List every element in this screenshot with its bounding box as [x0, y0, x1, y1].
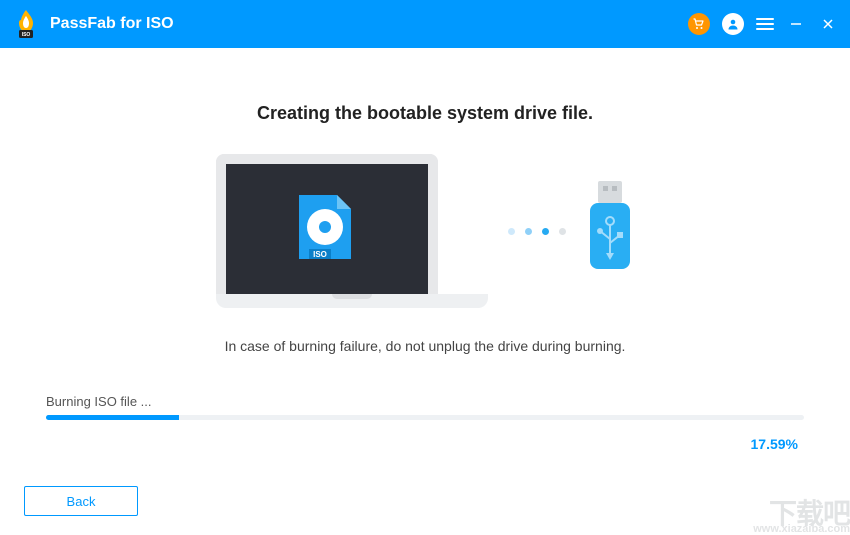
- progress-bar: [46, 415, 804, 420]
- titlebar: ISO PassFab for ISO: [0, 0, 850, 48]
- menu-button[interactable]: [756, 15, 774, 33]
- hint-text: In case of burning failure, do not unplu…: [40, 338, 810, 354]
- svg-text:ISO: ISO: [313, 250, 327, 259]
- footer: Back: [0, 468, 850, 534]
- app-title: PassFab for ISO: [50, 15, 688, 33]
- main-content: Creating the bootable system drive file.…: [0, 48, 850, 452]
- titlebar-actions: [688, 13, 838, 35]
- usb-drive-icon: [586, 181, 634, 282]
- progress-section: Burning ISO file ... 17.59%: [40, 394, 810, 452]
- close-button[interactable]: [818, 14, 838, 34]
- laptop-icon: ISO: [216, 154, 488, 308]
- progress-fill: [46, 415, 179, 420]
- status-text: Burning ISO file ...: [46, 394, 804, 409]
- user-button[interactable]: [722, 13, 744, 35]
- app-logo-icon: ISO: [12, 10, 40, 38]
- page-title: Creating the bootable system drive file.: [40, 103, 810, 124]
- progress-percent: 17.59%: [46, 436, 804, 452]
- minimize-button[interactable]: [786, 14, 806, 34]
- transfer-dots-icon: [508, 228, 566, 235]
- back-button[interactable]: Back: [24, 486, 138, 516]
- cart-button[interactable]: [688, 13, 710, 35]
- iso-file-icon: ISO: [295, 191, 359, 267]
- illustration: ISO: [40, 154, 810, 308]
- svg-text:ISO: ISO: [22, 32, 31, 38]
